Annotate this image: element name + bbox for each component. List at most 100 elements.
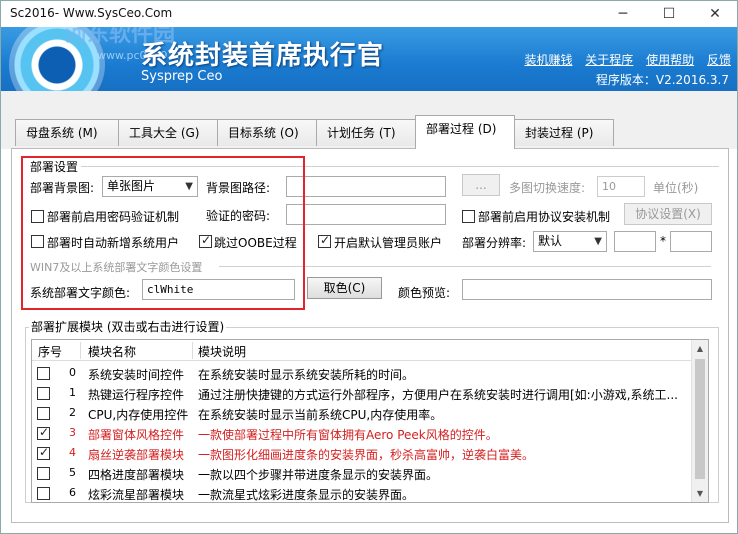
resolution-select[interactable]: 默认 ▼ bbox=[533, 231, 607, 252]
module-name: 热键运行程序控件 bbox=[88, 388, 185, 402]
skip-oobe-label: 跳过OOBE过程 bbox=[214, 236, 297, 250]
module-name: CPU,内存使用控件 bbox=[88, 408, 189, 422]
admin-label: 开启默认管理员账户 bbox=[334, 236, 443, 250]
auto-user-label: 部署时自动新增系统用户 bbox=[47, 236, 180, 250]
bg-path-label: 背景图路径: bbox=[206, 181, 271, 195]
module-desc: 在系统安装时显示当前系统CPU,内存使用率。 bbox=[198, 408, 443, 422]
tab-master-system[interactable]: 母盘系统 (M) bbox=[15, 119, 119, 146]
module-index: 0 bbox=[69, 366, 76, 379]
module-desc: 一款流星式炫彩进度条显示的安装界面。 bbox=[198, 488, 415, 502]
bg-label: 部署背景图: bbox=[30, 181, 95, 195]
module-name: 部署窗体风格控件 bbox=[88, 428, 185, 442]
modules-header: 序号 模块名称 模块说明 bbox=[32, 340, 692, 361]
tab-scheduled-tasks[interactable]: 计划任务 (T) bbox=[316, 119, 416, 146]
browse-button[interactable]: ... bbox=[462, 174, 500, 196]
modules-list[interactable]: 序号 模块名称 模块说明 0 系统安装时间控件 在系统安装时显示系统安装所耗的时间。… bbox=[31, 339, 709, 503]
module-name: 扇丝逆袭部署模块 bbox=[88, 448, 185, 462]
color-preview-box bbox=[462, 279, 712, 300]
table-row[interactable]: 1 热键运行程序控件 通过注册快捷键的方式运行外部程序，方便用户在系统安装时进行调用… bbox=[32, 383, 692, 403]
switch-speed-input[interactable]: 10 bbox=[597, 176, 645, 197]
module-checkbox[interactable] bbox=[37, 387, 50, 400]
module-desc: 一款图形化细画进度条的安装界面，秒杀高富帅，逆袭白富美。 bbox=[198, 448, 535, 462]
module-index: 2 bbox=[69, 406, 76, 419]
speed-unit-label: 单位(秒) bbox=[653, 181, 699, 195]
tab-tools[interactable]: 工具大全 (G) bbox=[118, 119, 218, 146]
modules-title: 部署扩展模块 (双击或右击进行设置) bbox=[29, 318, 227, 335]
tab-deploy-process[interactable]: 部署过程 (D) bbox=[415, 115, 515, 149]
module-checkbox[interactable] bbox=[37, 425, 50, 440]
skip-oobe-checkbox[interactable] bbox=[199, 233, 212, 248]
deploy-section-title: 部署设置 bbox=[30, 160, 79, 174]
module-name: 系统安装时间控件 bbox=[88, 368, 185, 382]
tab-bar: 母盘系统 (M) 工具大全 (G) 目标系统 (O) 计划任务 (T) 部署过程… bbox=[1, 91, 737, 149]
module-checkbox[interactable] bbox=[37, 467, 50, 480]
scroll-thumb[interactable] bbox=[695, 359, 705, 479]
agreement-label: 部署前启用协议安装机制 bbox=[478, 210, 611, 224]
agreement-settings-button[interactable]: 协议设置(X) bbox=[624, 203, 712, 225]
app-subtitle: Sysprep Ceo bbox=[141, 69, 223, 84]
pwd-input[interactable] bbox=[286, 204, 446, 225]
header-desc[interactable]: 模块说明 bbox=[198, 343, 246, 360]
header-name[interactable]: 模块名称 bbox=[88, 343, 136, 360]
scroll-up-icon[interactable]: ▲ bbox=[692, 340, 708, 357]
header-banner: 河东软件园 www.pc0359.cn 系统封装首席执行官 Sysprep Ce… bbox=[1, 27, 737, 91]
auto-user-checkbox[interactable] bbox=[31, 235, 44, 248]
pick-color-button[interactable]: 取色(C) bbox=[307, 277, 382, 299]
module-checkbox[interactable] bbox=[37, 407, 50, 420]
module-index: 1 bbox=[69, 386, 76, 399]
table-row[interactable]: 6 炫彩流星部署模块 一款流星式炫彩进度条显示的安装界面。 bbox=[32, 483, 692, 502]
header-links: 装机赚钱 关于程序 使用帮助 反馈 bbox=[515, 51, 731, 68]
module-index: 3 bbox=[69, 426, 76, 439]
table-row[interactable]: 2 CPU,内存使用控件 在系统安装时显示当前系统CPU,内存使用率。 bbox=[32, 403, 692, 423]
resolution-height-input[interactable] bbox=[670, 231, 712, 252]
module-index: 6 bbox=[69, 486, 76, 499]
module-desc: 通过注册快捷键的方式运行外部程序，方便用户在系统安装时进行调用[如:小游戏,系统… bbox=[198, 388, 678, 402]
section-divider bbox=[81, 166, 719, 167]
text-color-input[interactable]: clWhite bbox=[142, 279, 295, 300]
link-about[interactable]: 关于程序 bbox=[585, 53, 633, 67]
main-window: Sc2016- Www.SysCeo.Com ─ ☐ ✕ 河东软件园 www.p… bbox=[0, 0, 738, 534]
module-checkbox[interactable] bbox=[37, 487, 50, 500]
admin-checkbox[interactable] bbox=[318, 233, 331, 248]
table-row[interactable]: 3 部署窗体风格控件一款使部署过程中所有窗体拥有Aero Peek风格的控件。 bbox=[32, 423, 692, 443]
bg-type-value: 单张图片 bbox=[107, 179, 156, 193]
minimize-button[interactable]: ─ bbox=[601, 1, 645, 27]
link-feedback[interactable]: 反馈 bbox=[707, 53, 731, 67]
chevron-down-icon: ▼ bbox=[185, 181, 193, 192]
link-help[interactable]: 使用帮助 bbox=[646, 53, 694, 67]
resolution-value: 默认 bbox=[538, 234, 563, 248]
chevron-down-icon: ▼ bbox=[594, 236, 602, 247]
bg-type-select[interactable]: 单张图片 ▼ bbox=[102, 176, 198, 197]
version-label: 程序版本：V2.2016.3.7 bbox=[595, 73, 729, 87]
table-row[interactable]: 0 系统安装时间控件 在系统安装时显示系统安装所耗的时间。 bbox=[32, 363, 692, 383]
module-index: 5 bbox=[69, 466, 76, 479]
text-color-label: 系统部署文字颜色: bbox=[30, 286, 131, 300]
vertical-scrollbar[interactable]: ▲ ▼ bbox=[691, 340, 708, 502]
agreement-checkbox[interactable] bbox=[462, 210, 475, 223]
app-title: 系统封装首席执行官 bbox=[141, 41, 385, 71]
link-earn-money[interactable]: 装机赚钱 bbox=[524, 53, 572, 67]
resolution-times-label: * bbox=[660, 234, 666, 248]
module-checkbox[interactable] bbox=[37, 445, 50, 460]
tab-target-system[interactable]: 目标系统 (O) bbox=[217, 119, 317, 146]
resolution-width-input[interactable] bbox=[614, 231, 656, 252]
table-row[interactable]: 4 扇丝逆袭部署模块一款图形化细画进度条的安装界面，秒杀高富帅，逆袭白富美。 bbox=[32, 443, 692, 463]
pwd-verify-label: 部署前启用密码验证机制 bbox=[47, 210, 180, 224]
header-index[interactable]: 序号 bbox=[38, 343, 62, 360]
scroll-down-icon[interactable]: ▼ bbox=[692, 485, 708, 502]
module-index: 4 bbox=[69, 446, 76, 459]
bg-path-input[interactable] bbox=[286, 176, 446, 197]
title-bar: Sc2016- Www.SysCeo.Com ─ ☐ ✕ bbox=[1, 1, 737, 27]
table-row[interactable]: 5 四格进度部署模块 一款以四个步骤并带进度条显示的安装界面。 bbox=[32, 463, 692, 483]
module-name: 炫彩流星部署模块 bbox=[88, 488, 185, 502]
switch-speed-label: 多图切换速度: bbox=[509, 181, 586, 195]
module-desc: 一款以四个步骤并带进度条显示的安装界面。 bbox=[198, 468, 439, 482]
tab-package-process[interactable]: 封装过程 (P) bbox=[514, 119, 614, 146]
close-button[interactable]: ✕ bbox=[693, 1, 737, 27]
maximize-button[interactable]: ☐ bbox=[647, 1, 691, 27]
color-section-title: WIN7及以上系统部署文字颜色设置 bbox=[30, 261, 203, 274]
pwd-verify-checkbox[interactable] bbox=[31, 210, 44, 223]
module-checkbox[interactable] bbox=[37, 367, 50, 380]
resolution-label: 部署分辨率: bbox=[462, 236, 527, 250]
header-divider bbox=[192, 342, 193, 359]
